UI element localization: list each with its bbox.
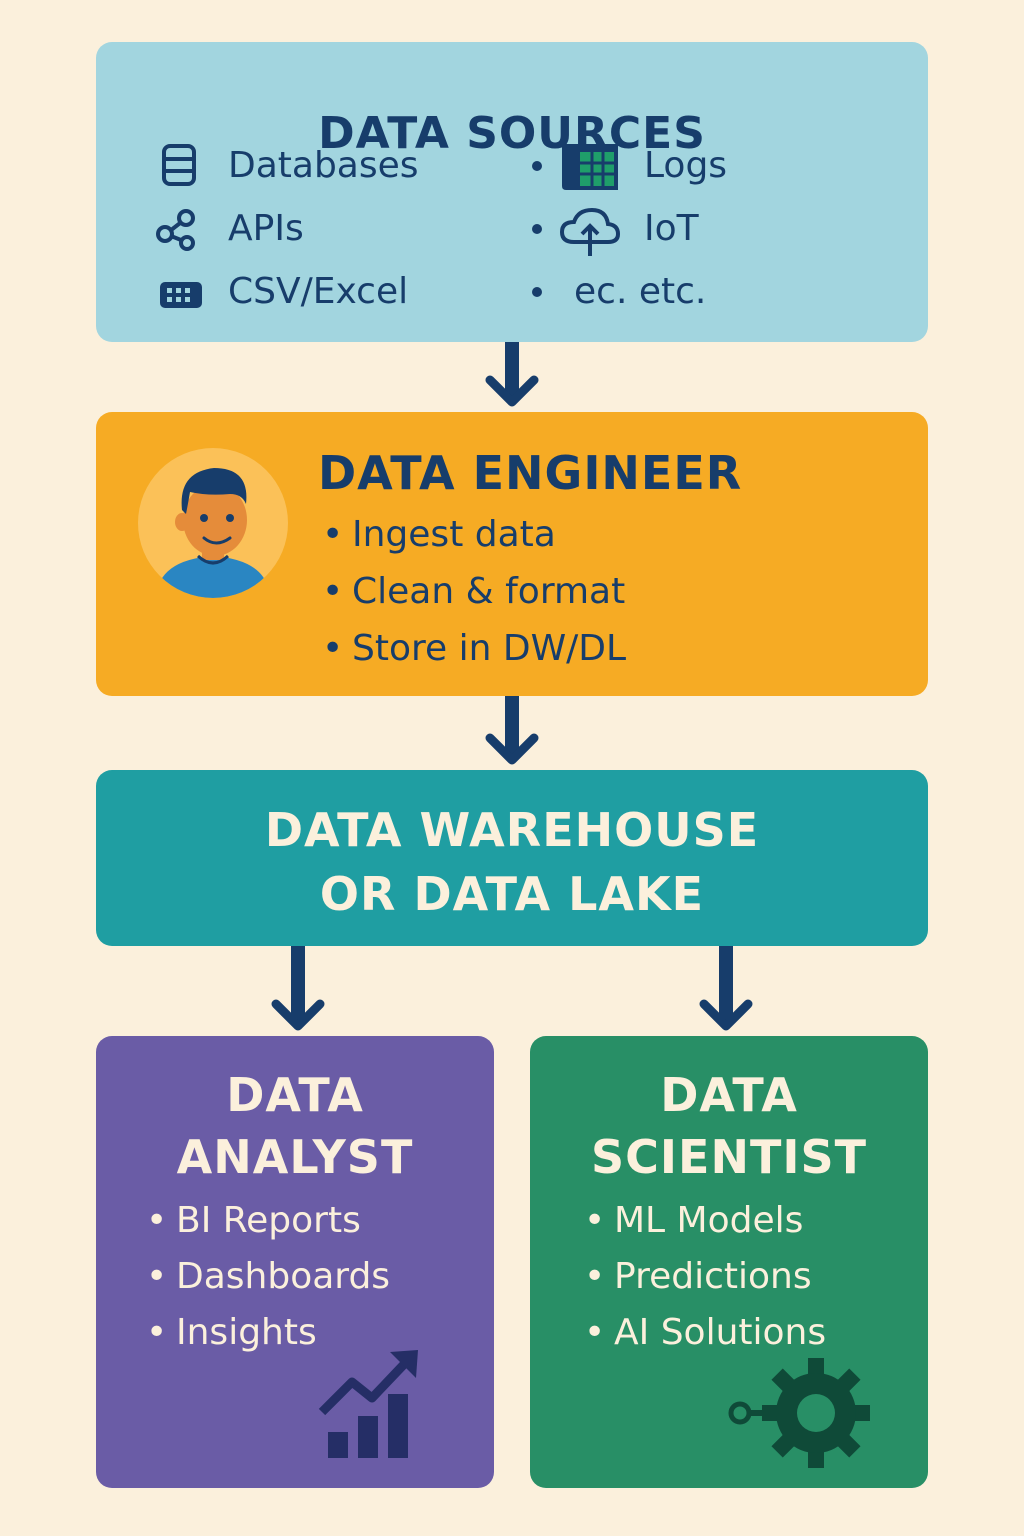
data-analyst-title: DATA ANALYST [96,1064,494,1188]
list-item: Ingest data [322,512,626,569]
data-scientist-title-line2: SCIENTIST [591,1130,867,1184]
database-icon [162,144,196,186]
cloud-upload-icon [559,207,621,256]
data-analyst-box: DATA ANALYST BI Reports Dashboards Insig… [96,1036,494,1488]
spreadsheet-icon [562,144,618,190]
data-engineer-box: DATA ENGINEER Ingest data Clean & format… [96,412,928,696]
gear-icon [728,1358,870,1468]
data-scientist-title-line1: DATA [660,1068,798,1122]
bullet [532,224,542,234]
data-scientist-task-list: ML Models Predictions AI Solutions [584,1198,826,1366]
list-item: Clean & format [322,569,626,626]
data-scientist-box: DATA SCIENTIST ML Models Predictions AI … [530,1036,928,1488]
bullet [532,287,542,297]
list-item: Store in DW/DL [322,626,626,683]
source-etc: ec. etc. [574,271,707,312]
bullet [532,161,542,171]
data-analyst-title-line2: ANALYST [176,1130,414,1184]
data-engineer-task-list: Ingest data Clean & format Store in DW/D… [322,512,626,683]
list-item: Dashboards [146,1254,390,1310]
data-scientist-title: DATA SCIENTIST [530,1064,928,1188]
arrow-down-icon [485,696,539,765]
source-iot: IoT [644,208,699,249]
list-item: BI Reports [146,1198,390,1254]
data-sources-box: DATA SOURCES Databases APIs CSV/Excel Lo… [96,42,928,342]
data-warehouse-title-line1: DATA WAREHOUSE [264,803,760,857]
data-warehouse-box: DATA WAREHOUSE OR DATA LAKE [96,770,928,946]
list-item: Predictions [584,1254,826,1310]
data-warehouse-title-line2: OR DATA LAKE [319,867,705,921]
share-nodes-icon [156,209,195,251]
data-analyst-task-list: BI Reports Dashboards Insights [146,1198,390,1366]
data-sources-title: DATA SOURCES [318,108,706,159]
source-logs: Logs [644,145,728,186]
person-avatar-icon [138,448,288,598]
arrow-down-icon [699,946,753,1031]
data-analyst-title-line1: DATA [226,1068,364,1122]
data-engineer-title: DATA ENGINEER [318,446,743,500]
data-warehouse-title: DATA WAREHOUSE OR DATA LAKE [96,798,928,926]
source-databases: Databases [228,145,419,186]
keyboard-grid-icon [160,282,202,308]
arrow-down-icon [271,946,325,1031]
bar-chart-trend-icon [318,1350,418,1458]
source-apis: APIs [228,208,304,249]
arrow-down-icon [485,342,539,407]
source-csv-excel: CSV/Excel [228,271,409,312]
list-item: ML Models [584,1198,826,1254]
